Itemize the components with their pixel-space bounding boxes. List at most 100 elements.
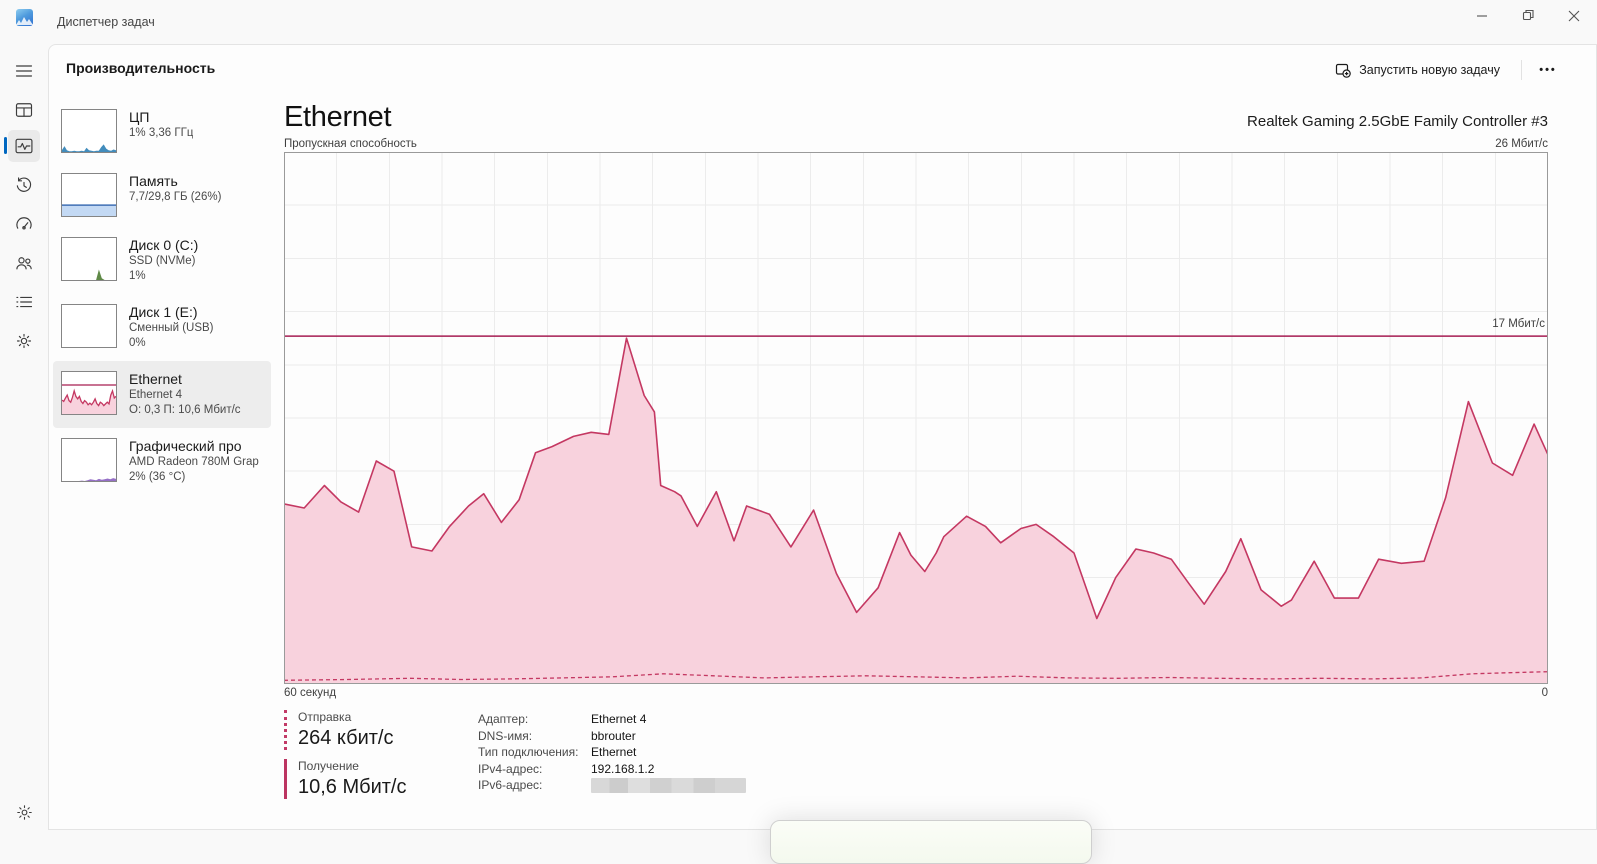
perf-item-title: Графический про [129,438,259,455]
perf-item-subline: 1% [129,269,198,284]
perf-item-disk0[interactable]: Диск 0 (C:)SSD (NVMe)1% [53,227,271,294]
nav-details[interactable] [8,286,40,318]
gpu-mini-chart [61,438,117,482]
perf-item-title: Диск 1 (E:) [129,304,214,321]
detail-label: DNS-имя: [478,729,591,743]
adapter-name: Realtek Gaming 2.5GbE Family Controller … [1247,113,1548,134]
disk1-mini-chart [61,304,117,348]
perf-item-cpu[interactable]: ЦП1% 3,36 ГГц [53,99,271,163]
detail-value: bbrouter [591,729,746,743]
perf-item-subline: 1% 3,36 ГГц [129,126,193,141]
perf-item-ethernet[interactable]: EthernetEthernet 4О: 0,3 П: 10,6 Мбит/с [53,361,271,428]
throughput-label: Пропускная способность [284,138,417,150]
nav-rail [0,44,48,830]
processes-icon [14,100,34,120]
receive-label: Получение [298,759,432,773]
chart-canvas [284,152,1548,684]
perf-item-subline: 7,7/29,8 ГБ (26%) [129,190,221,205]
run-new-task-label: Запустить новую задачу [1359,63,1500,77]
perf-item-subline: Ethernet 4 [129,388,241,403]
detail-value-redacted [591,778,746,793]
disk0-mini-chart [61,237,117,281]
perf-item-gpu[interactable]: Графический проAMD Radeon 780M Grap2% (3… [53,428,271,495]
detail-label: IPv6-адрес: [478,778,591,793]
new-task-icon [1335,62,1351,78]
nav-startup-apps[interactable] [8,208,40,240]
minimize-button[interactable] [1459,0,1505,31]
nav-app-history[interactable] [8,169,40,201]
close-button[interactable] [1551,0,1597,31]
x-left-label: 60 секунд [284,687,336,699]
window-controls [1459,0,1597,31]
perf-item-subline: О: 0,3 П: 10,6 Мбит/с [129,403,241,418]
memory-mini-chart [61,173,117,217]
nav-processes[interactable] [8,94,40,126]
stats-section: Отправка 264 кбит/с Получение 10,6 Мбит/… [284,710,1548,808]
send-label: Отправка [298,710,432,724]
perf-item-text: Диск 1 (E:)Сменный (USB)0% [129,304,214,351]
nav-services[interactable] [8,325,40,357]
perf-item-subline: 2% (36 °C) [129,470,259,485]
detail-value: 192.168.1.2 [591,762,746,776]
detail-label: Тип подключения: [478,745,591,759]
throughput-chart: 17 Мбит/с [284,152,1548,684]
send-stat: Отправка 264 кбит/с [284,710,432,750]
perf-item-title: Память [129,173,221,190]
send-value: 264 кбит/с [298,727,432,750]
services-gear-icon [14,331,34,351]
speedometer-icon [14,214,34,234]
perf-item-text: Диск 0 (C:)SSD (NVMe)1% [129,237,198,284]
detail-title: Ethernet [284,101,391,134]
perf-item-title: ЦП [129,109,193,126]
tooltip-popup [770,820,1092,864]
perf-item-text: EthernetEthernet 4О: 0,3 П: 10,6 Мбит/с [129,371,241,418]
cap-line-label: 17 Мбит/с [1492,318,1545,330]
connection-details: Адаптер:Ethernet 4DNS-имя:bbrouterТип по… [478,710,746,808]
perf-item-text: Память7,7/29,8 ГБ (26%) [129,173,221,217]
window-title: Диспетчер задач [57,15,155,29]
detail-value: Ethernet 4 [591,712,746,726]
perf-item-text: Графический проAMD Radeon 780M Grap2% (3… [129,438,259,485]
nav-performance[interactable] [8,130,40,162]
nav-users[interactable] [8,247,40,279]
perf-item-title: Ethernet [129,371,241,388]
main-card: Производительность Запустить новую задач… [48,44,1597,830]
more-options-button[interactable]: ••• [1528,56,1568,84]
menu-button[interactable] [8,55,40,87]
perf-item-disk1[interactable]: Диск 1 (E:)Сменный (USB)0% [53,294,271,361]
restore-button[interactable] [1505,0,1551,31]
hamburger-icon [14,61,34,81]
cpu-mini-chart [61,109,117,153]
detail-pane: Ethernet Realtek Gaming 2.5GbE Family Co… [284,101,1548,808]
performance-list: ЦП1% 3,36 ГГц Память7,7/29,8 ГБ (26%) Диск… [53,99,271,495]
ethernet-mini-chart [61,371,117,415]
perf-item-text: ЦП1% 3,36 ГГц [129,109,193,153]
perf-item-subline: AMD Radeon 780M Grap [129,455,259,470]
header-divider [1521,60,1522,80]
titlebar: Диспетчер задач [0,0,1597,44]
perf-item-memory[interactable]: Память7,7/29,8 ГБ (26%) [53,163,271,227]
detail-label: IPv4-адрес: [478,762,591,776]
perf-item-subline: Сменный (USB) [129,321,214,336]
settings-button[interactable] [8,796,40,828]
list-icon [14,292,34,312]
y-max-label: 26 Мбит/с [1495,138,1548,150]
page-title: Производительность [66,60,215,76]
detail-label: Адаптер: [478,712,591,726]
run-new-task-button[interactable]: Запустить новую задачу [1325,56,1510,84]
perf-item-subline: 0% [129,336,214,351]
x-right-label: 0 [1542,687,1548,699]
detail-value: Ethernet [591,745,746,759]
task-manager-icon [16,9,33,26]
redacted-ipv6-bar [591,778,746,793]
perf-item-title: Диск 0 (C:) [129,237,198,254]
performance-icon [14,136,34,156]
receive-stat: Получение 10,6 Мбит/с [284,759,432,799]
nav-selected-pill [4,137,7,154]
receive-value: 10,6 Мбит/с [298,776,432,799]
history-icon [14,175,34,195]
perf-item-subline: SSD (NVMe) [129,254,198,269]
users-icon [14,253,34,273]
settings-gear-icon [15,803,34,822]
card-header: Производительность Запустить новую задач… [49,45,1596,95]
